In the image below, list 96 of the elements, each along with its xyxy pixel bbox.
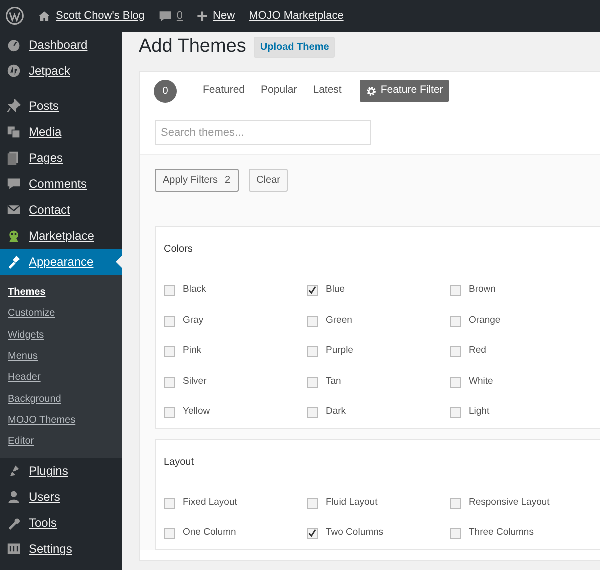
toolbar-link[interactable]: MOJO Marketplace [249,8,344,24]
sidebar-icon [7,203,21,217]
checkbox[interactable] [307,285,318,296]
sidebar-icon [7,125,21,139]
checkbox-option[interactable]: Silver [164,366,307,398]
checkbox[interactable] [450,285,461,296]
sidebar-item[interactable]: Jetpack [0,58,122,84]
sidebar-icon [7,38,21,52]
sidebar-icon [7,542,21,556]
checkbox[interactable] [164,346,175,358]
checkbox-option[interactable]: Light [450,397,600,428]
feature-filter-tab[interactable]: Feature Filter [360,80,450,102]
checkbox-option[interactable]: Yellow [164,397,307,428]
checkbox-option[interactable]: Green [307,306,450,336]
checkbox[interactable] [164,407,175,418]
sidebar-item[interactable]: Posts [0,93,122,119]
checkbox[interactable] [307,407,318,418]
checkbox[interactable] [164,528,175,540]
checkbox-option[interactable]: Tan [307,366,450,398]
checkbox[interactable] [164,285,175,296]
submenu-item[interactable]: Editor [0,431,122,452]
sidebar-icon [7,490,21,504]
checkbox-option[interactable]: Fixed Layout [164,488,307,518]
submenu-item[interactable]: MOJO Themes [0,410,122,432]
sidebar-item[interactable]: Media [0,119,122,145]
checkbox-option[interactable]: Purple [307,336,450,367]
submenu-item[interactable]: Themes [0,282,122,304]
logo-icon [6,7,24,25]
upload-theme-button[interactable]: Upload Theme [254,36,336,58]
checkbox-option[interactable]: Pink [164,336,307,367]
sidebar-icon [7,229,21,243]
apply-filters-button[interactable]: Apply Filters 2 [155,169,239,192]
submenu-item[interactable]: Customize [0,303,122,325]
submenu-item[interactable]: Background [0,388,122,410]
filter-tab[interactable]: Latest [309,81,346,102]
checkbox[interactable] [164,316,175,327]
checkbox[interactable] [307,528,318,540]
checkbox-option[interactable]: Red [450,336,600,367]
checkbox-option[interactable]: Responsive Layout [450,488,600,518]
checkbox[interactable] [307,376,318,388]
sidebar-icon [7,255,21,269]
sidebar-item[interactable]: Dashboard [0,32,122,58]
checkbox-option[interactable]: Fluid Layout [307,488,450,518]
sidebar-icon [7,151,21,165]
checkbox-option[interactable]: One Column [164,518,307,549]
sidebar-icon [7,64,21,78]
comments-link[interactable]: 0 [158,8,184,24]
checkbox-option[interactable]: Three Columns [450,518,600,549]
sidebar-icon [7,99,21,113]
count-badge: 0 [154,80,177,103]
sidebar-item[interactable]: Pages [0,145,122,171]
new-link[interactable]: New [197,8,236,24]
comment-icon [158,10,172,22]
sidebar-icon [7,177,21,191]
checkbox[interactable] [450,407,461,418]
plus-icon [197,10,208,22]
site-link[interactable]: Scott Chow's Blog [38,8,145,24]
sidebar-item[interactable]: Plugins [0,458,122,484]
sidebar-item[interactable]: Tools [0,510,122,536]
page-title: Add Themes [139,36,246,59]
sidebar-item[interactable]: Users [0,484,122,510]
sidebar-item[interactable]: Contact [0,197,122,223]
home-icon [38,10,51,22]
checkbox-option[interactable]: Orange [450,306,600,336]
checkbox[interactable] [450,376,461,388]
filter-tab[interactable]: Popular [257,81,302,102]
checkbox[interactable] [307,316,318,327]
checkbox[interactable] [450,316,461,327]
checkbox-option[interactable]: Black [164,275,307,306]
checkbox[interactable] [450,346,461,358]
checkbox-option[interactable]: Dark [307,397,450,428]
checkbox[interactable] [450,528,461,540]
checkbox-option[interactable]: Two Columns [307,518,450,549]
checkbox-option[interactable]: Brown [450,275,600,306]
checkbox[interactable] [307,498,318,509]
checkbox[interactable] [307,346,318,358]
filter-tab[interactable]: Featured [199,81,250,102]
sidebar-item[interactable]: Comments [0,171,122,197]
search-field[interactable]: Search themes... [155,120,371,146]
submenu-item[interactable]: Header [0,367,122,388]
group-title: Colors [164,243,194,258]
checkbox[interactable] [164,376,175,388]
sidebar-item[interactable]: Settings [0,536,122,562]
sidebar-item[interactable]: Appearance [0,249,122,275]
checkbox-option[interactable]: Blue [307,275,450,306]
checkbox-option[interactable]: Gray [164,306,307,336]
checkbox[interactable] [450,498,461,509]
group-title: Layout [164,456,196,470]
checkbox[interactable] [164,498,175,509]
checkbox-option[interactable]: White [450,366,600,398]
sidebar-item[interactable]: Marketplace [0,223,122,249]
gear-icon [366,86,377,97]
clear-button[interactable]: Clear [248,169,288,192]
submenu-item[interactable]: Menus [0,346,122,368]
submenu-item[interactable]: Widgets [0,324,122,346]
sidebar-icon [7,516,21,530]
